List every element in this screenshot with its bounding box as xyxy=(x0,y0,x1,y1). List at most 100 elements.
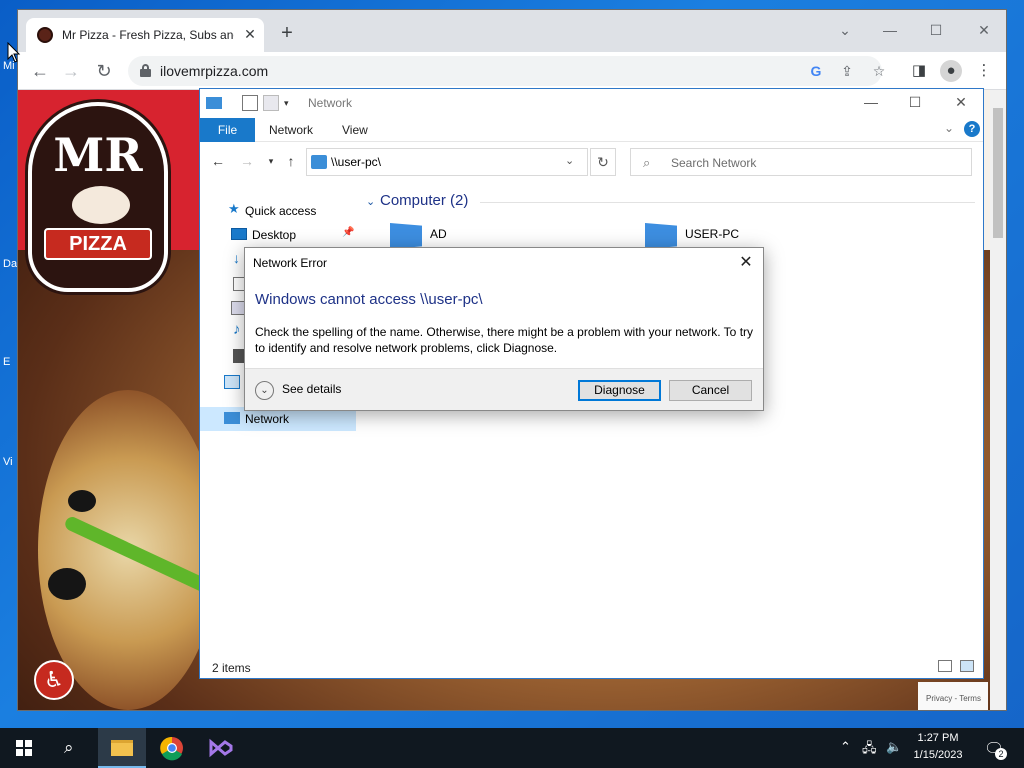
diagnose-button[interactable]: Diagnose xyxy=(578,380,661,401)
computer-item-user-pc[interactable]: USER-PC xyxy=(645,223,885,249)
help-icon[interactable]: ? xyxy=(964,121,980,137)
google-icon[interactable]: G xyxy=(805,60,827,82)
show-hidden-icons-icon[interactable]: ⌃ xyxy=(840,739,851,755)
details-view-icon[interactable] xyxy=(938,660,952,672)
ribbon-tab-view[interactable]: View xyxy=(342,118,368,142)
explorer-titlebar: ▾ Network — ☐ ✕ xyxy=(200,89,983,118)
logo-face-icon xyxy=(72,186,130,224)
refresh-icon[interactable]: ↻ xyxy=(590,148,616,176)
olive-topping xyxy=(48,568,86,600)
share-icon[interactable]: ⇪ xyxy=(836,60,858,82)
star-icon[interactable]: ☆ xyxy=(868,60,890,82)
explorer-close-icon[interactable]: ✕ xyxy=(949,90,973,114)
kebab-menu-icon[interactable]: ⋮ xyxy=(973,60,995,82)
network-error-dialog: Network Error ✕ Windows cannot access \\… xyxy=(244,247,764,411)
dialog-close-icon[interactable]: ✕ xyxy=(735,252,757,274)
desktop-icon-label-da[interactable]: Da xyxy=(3,258,17,270)
properties-icon[interactable] xyxy=(242,95,258,111)
address-bar[interactable]: ilovemrpizza.com G ⇪ ☆ xyxy=(128,56,885,86)
computer-label: AD xyxy=(430,227,447,241)
taskbar-visual-studio[interactable] xyxy=(197,728,245,768)
large-icons-view-icon[interactable] xyxy=(960,660,974,672)
lock-icon[interactable] xyxy=(140,64,151,77)
address-dropdown-icon[interactable]: ⌄ xyxy=(565,154,574,167)
pin-icon[interactable]: 📌 xyxy=(342,227,354,238)
tab-close-icon[interactable]: ✕ xyxy=(240,24,260,44)
explorer-back-icon[interactable]: ← xyxy=(209,152,227,170)
volume-icon[interactable]: 🔈 xyxy=(886,739,902,755)
see-details-link[interactable]: See details xyxy=(282,382,341,396)
visual-studio-icon xyxy=(209,738,233,758)
browser-toolbar: ← → ↻ ilovemrpizza.com G ⇪ ☆ ◨ ● ⋮ xyxy=(18,52,1006,90)
new-tab-icon[interactable]: + xyxy=(276,23,298,46)
search-placeholder[interactable]: Search Network xyxy=(671,156,756,170)
up-icon[interactable]: ↑ xyxy=(282,152,300,170)
maximize-icon[interactable]: ☐ xyxy=(924,18,948,42)
recaptcha-text[interactable]: Privacy - Terms xyxy=(926,694,981,703)
network-location-icon xyxy=(311,155,327,169)
scrollbar-thumb[interactable] xyxy=(993,108,1003,238)
close-icon[interactable]: ✕ xyxy=(972,18,996,42)
ribbon-expand-icon[interactable]: ⌄ xyxy=(944,121,954,135)
cancel-button[interactable]: Cancel xyxy=(669,380,752,401)
browser-tab[interactable]: Mr Pizza - Fresh Pizza, Subs and ✕ xyxy=(26,18,264,52)
ribbon-tab-file[interactable]: File xyxy=(200,118,255,142)
group-divider xyxy=(480,202,975,203)
computer-icon xyxy=(645,223,677,249)
clock-time[interactable]: 1:27 PM xyxy=(905,732,971,744)
ribbon: File Network View ⌄ ? xyxy=(200,118,983,142)
explorer-address-bar[interactable]: \\user-pc\ ⌄ xyxy=(306,148,588,176)
new-folder-icon[interactable] xyxy=(263,95,279,111)
logo-mr-text: MR xyxy=(53,128,143,182)
start-button[interactable] xyxy=(0,728,48,768)
tab-title: Mr Pizza - Fresh Pizza, Subs and xyxy=(62,28,234,42)
nav-item-desktop[interactable]: Desktop 📌 xyxy=(200,223,356,247)
desktop-icon-label-e[interactable]: E xyxy=(3,356,10,368)
computer-label: USER-PC xyxy=(685,227,740,241)
collapse-chevron-icon[interactable]: ⌄ xyxy=(366,195,375,208)
explorer-minimize-icon[interactable]: — xyxy=(859,90,883,114)
page-scrollbar[interactable] xyxy=(990,90,1006,710)
mr-pizza-logo[interactable]: MR PIZZA xyxy=(28,102,168,292)
minimize-icon[interactable]: — xyxy=(878,18,902,42)
explorer-search-box[interactable]: ⌕ Search Network xyxy=(630,148,972,176)
taskbar-file-explorer[interactable] xyxy=(98,728,146,768)
side-panel-icon[interactable]: ◨ xyxy=(908,60,930,82)
search-button[interactable]: ⌕ xyxy=(48,728,96,768)
desktop-icon-label-vi[interactable]: Vi xyxy=(3,456,13,468)
recaptcha-badge[interactable]: Privacy - Terms xyxy=(918,682,988,710)
olive-topping xyxy=(68,490,96,512)
tab-search-icon[interactable]: ⌄ xyxy=(833,18,857,42)
computer-icon xyxy=(390,223,422,249)
computer-item-ad[interactable]: AD xyxy=(390,223,630,249)
computer-icon xyxy=(224,375,240,389)
reload-icon[interactable]: ↻ xyxy=(91,58,117,84)
explorer-title: Network xyxy=(308,96,353,110)
url-text[interactable]: ilovemrpizza.com xyxy=(160,63,268,79)
tab-strip: Mr Pizza - Fresh Pizza, Subs and ✕ + ⌄ —… xyxy=(18,10,1006,52)
profile-icon[interactable]: ● xyxy=(940,60,962,82)
network-status-icon[interactable]: 🖧 xyxy=(862,739,877,761)
forward-icon[interactable]: → xyxy=(58,58,84,84)
network-icon xyxy=(224,412,240,424)
recent-locations-icon[interactable]: ▾ xyxy=(262,152,280,170)
address-text[interactable]: \\user-pc\ xyxy=(331,155,381,169)
dialog-message: Check the spelling of the name. Otherwis… xyxy=(255,325,754,355)
dialog-title: Network Error xyxy=(253,256,328,270)
nav-label: Network xyxy=(245,412,290,426)
dialog-footer: ⌄ See details Diagnose Cancel xyxy=(245,368,763,410)
customize-toolbar-icon[interactable]: ▾ xyxy=(284,98,300,114)
mouse-cursor-icon xyxy=(7,42,21,63)
explorer-forward-icon[interactable]: → xyxy=(238,152,256,170)
ribbon-tab-network[interactable]: Network xyxy=(269,118,313,142)
expand-details-icon[interactable]: ⌄ xyxy=(255,381,274,400)
taskbar-chrome[interactable] xyxy=(148,728,196,768)
back-icon[interactable]: ← xyxy=(27,58,53,84)
clock-date[interactable]: 1/15/2023 xyxy=(905,749,971,761)
star-icon: ★ xyxy=(228,201,240,216)
nav-item-quick-access[interactable]: ★ Quick access xyxy=(200,199,356,223)
group-title: Computer (2) xyxy=(380,192,469,209)
accessibility-icon[interactable]: ♿ xyxy=(34,660,74,700)
favicon-icon xyxy=(37,27,53,43)
explorer-maximize-icon[interactable]: ☐ xyxy=(903,90,927,114)
